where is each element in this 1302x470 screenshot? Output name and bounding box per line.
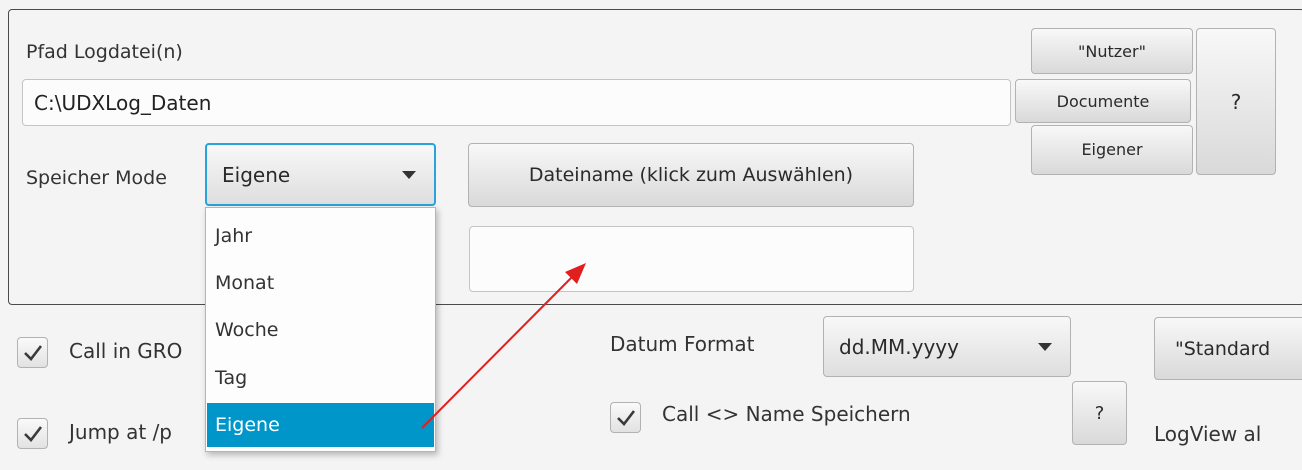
documente-button[interactable]: Documente xyxy=(1015,79,1191,123)
call-name-help-button[interactable]: ? xyxy=(1072,381,1127,445)
checkmark-icon xyxy=(23,425,42,442)
eigener-button[interactable]: Eigener xyxy=(1031,125,1193,175)
speicher-mode-label: Speicher Mode xyxy=(26,167,167,189)
filename-input[interactable] xyxy=(469,226,914,292)
dropdown-option-woche[interactable]: Woche xyxy=(207,308,434,352)
dropdown-option-monat[interactable]: Monat xyxy=(207,261,434,305)
chevron-down-icon xyxy=(1038,342,1052,351)
date-format-select[interactable]: dd.MM.yyyy xyxy=(823,316,1071,377)
checkmark-icon xyxy=(23,344,42,361)
path-help-button[interactable]: ? xyxy=(1196,28,1276,175)
date-format-label: Datum Format xyxy=(610,332,755,356)
filename-select-button[interactable]: Dateiname (klick zum Auswählen) xyxy=(468,143,914,207)
standard-button[interactable]: "Standard xyxy=(1154,317,1302,380)
dropdown-option-tag[interactable]: Tag xyxy=(207,356,434,400)
call-in-gro-checkbox[interactable] xyxy=(17,337,48,368)
logview-label: LogView al xyxy=(1154,422,1262,446)
speicher-mode-select[interactable]: Eigene xyxy=(205,143,436,206)
checkmark-icon xyxy=(616,409,635,426)
dropdown-option-jahr[interactable]: Jahr xyxy=(207,214,434,258)
call-name-save-checkbox[interactable] xyxy=(610,402,641,433)
jump-at-checkbox[interactable] xyxy=(17,418,48,449)
chevron-down-icon xyxy=(402,170,416,179)
dropdown-option-eigene[interactable]: Eigene xyxy=(207,403,434,447)
call-name-save-label: Call <> Name Speichern xyxy=(662,402,911,426)
date-format-selected: dd.MM.yyyy xyxy=(839,334,959,359)
nutzer-button[interactable]: "Nutzer" xyxy=(1031,28,1193,74)
jump-at-label: Jump at /p xyxy=(69,420,172,444)
speicher-mode-dropdown-list: Jahr Monat Woche Tag Eigene xyxy=(205,207,436,452)
speicher-mode-selected: Eigene xyxy=(222,162,291,187)
log-path-input[interactable]: C:\UDXLog_Daten xyxy=(22,79,1011,126)
log-path-value: C:\UDXLog_Daten xyxy=(34,90,212,115)
log-path-label: Pfad Logdatei(n) xyxy=(26,41,183,63)
call-in-gro-label: Call in GRO xyxy=(69,339,183,363)
